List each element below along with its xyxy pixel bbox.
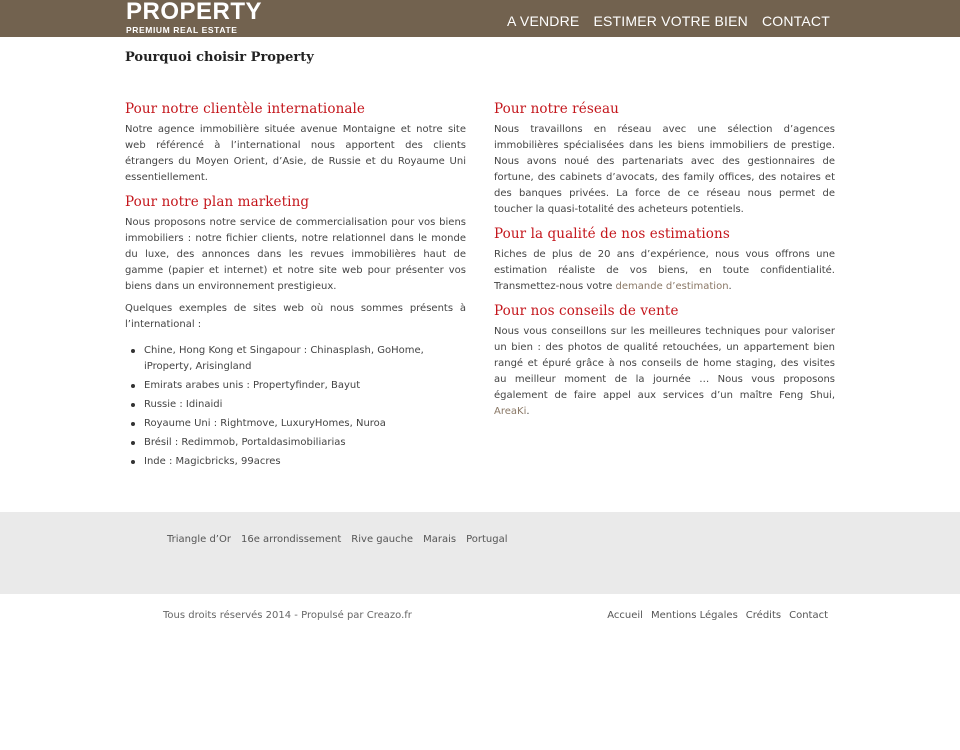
section-international: Pour notre clientèle internationale Notr… xyxy=(125,100,466,186)
right-column: Pour notre réseau Nous travaillons en ré… xyxy=(494,100,835,427)
section-estimations: Pour la qualité de nos estimations Riche… xyxy=(494,225,835,295)
bottom-link-accueil[interactable]: Accueil xyxy=(607,610,643,621)
section-text-conseils: Nous vous conseillons sur les meilleures… xyxy=(494,324,835,420)
section-reseau: Pour notre réseau Nous travaillons en ré… xyxy=(494,100,835,218)
footer-link-16e-arrondissement[interactable]: 16e arrondissement xyxy=(241,534,341,545)
logo-subtitle: PREMIUM REAL ESTATE xyxy=(126,25,238,35)
bottom-nav: Accueil Mentions Légales Crédits Contact xyxy=(607,610,828,621)
footer-link-portugal[interactable]: Portugal xyxy=(466,534,507,545)
list-item: Brésil : Redimmob, Portaldasimobiliarias xyxy=(125,435,466,451)
areaki-link[interactable]: AreaKi xyxy=(494,406,526,417)
section-text-examples-intro: Quelques exemples de sites web où nous s… xyxy=(125,303,466,330)
section-text-international: Notre agence immobilière située avenue M… xyxy=(125,124,466,183)
bottom-link-credits[interactable]: Crédits xyxy=(746,610,781,621)
list-item: Royaume Uni : Rightmove, LuxuryHomes, Nu… xyxy=(125,416,466,432)
logo[interactable]: PROPERTY PREMIUM REAL ESTATE xyxy=(126,0,262,35)
section-heading-estimations: Pour la qualité de nos estimations xyxy=(494,226,730,242)
footer-links-band: Triangle d’Or 16e arrondissement Rive ga… xyxy=(0,512,960,594)
section-text-estimations: Riches de plus de 20 ans d’expérience, n… xyxy=(494,247,835,295)
list-item: Inde : Magicbricks, 99acres xyxy=(125,454,466,470)
section-heading-reseau: Pour notre réseau xyxy=(494,101,619,117)
main-nav: A VENDRE ESTIMER VOTRE BIEN CONTACT xyxy=(507,13,830,29)
section-text-marketing: Nous proposons notre service de commerci… xyxy=(125,217,466,292)
section-conseils: Pour nos conseils de vente Nous vous con… xyxy=(494,302,835,420)
page-title: Pourquoi choisir Property xyxy=(125,50,314,65)
footer-location-links: Triangle d’Or 16e arrondissement Rive ga… xyxy=(167,534,507,545)
list-item: Emirats arabes unis : Propertyfinder, Ba… xyxy=(125,378,466,394)
bottom-link-contact[interactable]: Contact xyxy=(789,610,828,621)
footer-link-triangle-dor[interactable]: Triangle d’Or xyxy=(167,534,231,545)
footer-link-marais[interactable]: Marais xyxy=(423,534,456,545)
top-header-bar: PROPERTY PREMIUM REAL ESTATE A VENDRE ES… xyxy=(0,0,960,37)
nav-estimer-votre-bien[interactable]: ESTIMER VOTRE BIEN xyxy=(593,13,748,29)
left-column: Pour notre clientèle internationale Notr… xyxy=(125,100,466,477)
demande-estimation-link[interactable]: demande d’estimation xyxy=(616,281,729,292)
footer-link-rive-gauche[interactable]: Rive gauche xyxy=(351,534,413,545)
section-heading-international: Pour notre clientèle internationale xyxy=(125,101,366,117)
nav-contact[interactable]: CONTACT xyxy=(762,13,830,29)
estimations-text-end: . xyxy=(728,281,732,292)
nav-a-vendre[interactable]: A VENDRE xyxy=(507,13,579,29)
list-item: Chine, Hong Kong et Singapour : Chinaspl… xyxy=(125,343,466,375)
section-marketing: Pour notre plan marketing Nous proposons… xyxy=(125,193,466,470)
bottom-link-mentions-legales[interactable]: Mentions Légales xyxy=(651,610,738,621)
conseils-text: Nous vous conseillons sur les meilleures… xyxy=(494,326,835,401)
logo-title: PROPERTY xyxy=(126,0,263,25)
website-examples-list: Chine, Hong Kong et Singapour : Chinaspl… xyxy=(125,343,466,470)
conseils-text-end: . xyxy=(526,406,530,417)
copyright-text: Tous droits réservés 2014 - Propulsé par… xyxy=(163,610,412,621)
list-item: Russie : Idinaidi xyxy=(125,397,466,413)
section-text-reseau: Nous travaillons en réseau avec une séle… xyxy=(494,124,835,215)
section-heading-marketing: Pour notre plan marketing xyxy=(125,194,310,210)
section-heading-conseils: Pour nos conseils de vente xyxy=(494,303,679,319)
